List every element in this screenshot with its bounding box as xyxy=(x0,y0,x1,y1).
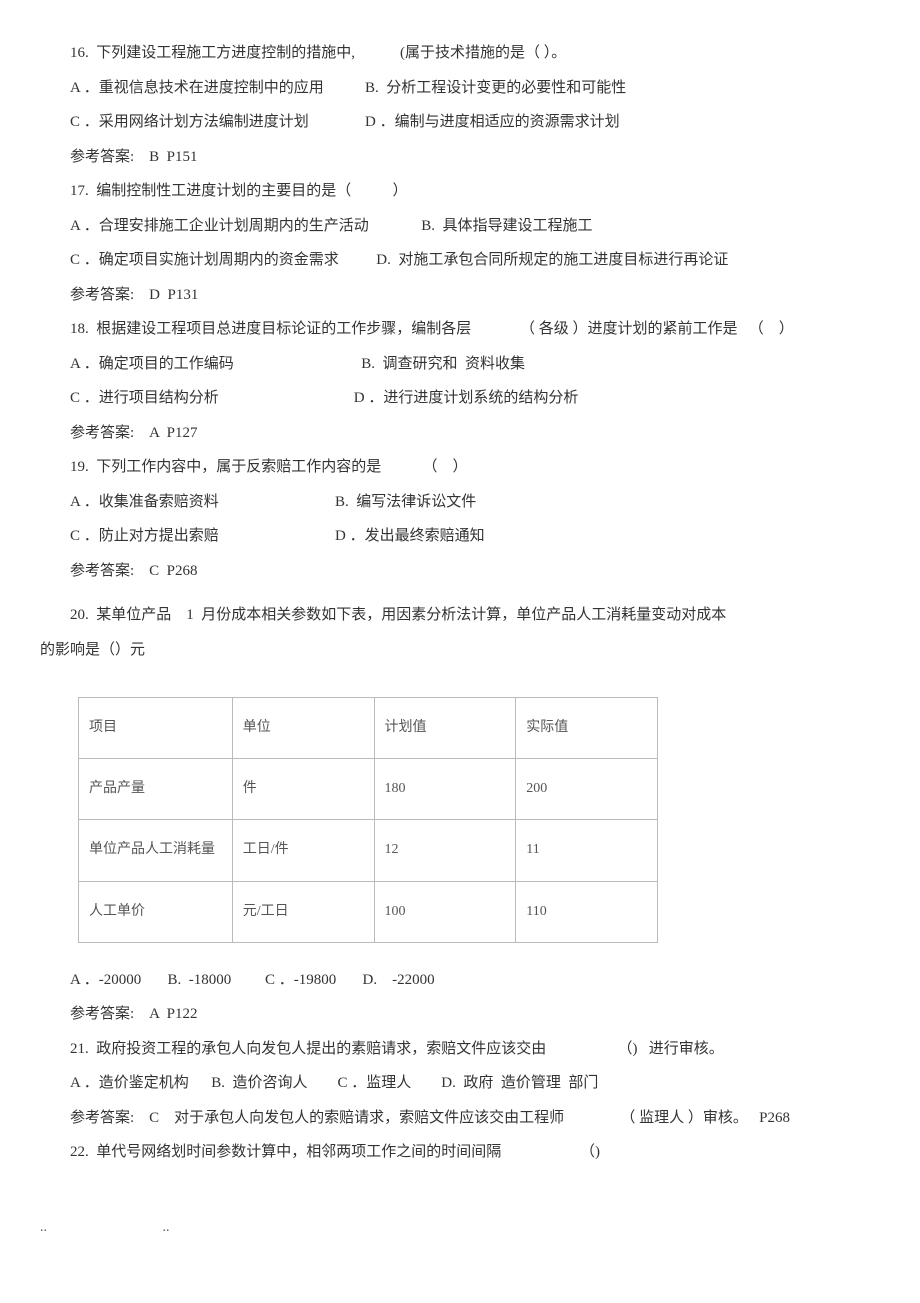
q20-ans: 参考答案: A P122 xyxy=(70,997,880,1032)
q18-stem: 18. 根据建设工程项目总进度目标论证的工作步骤，编制各层 （ 各级 ）进度计划… xyxy=(70,312,880,347)
cell: 实际值 xyxy=(516,698,658,759)
q19-stem: 19. 下列工作内容中，属于反索赔工作内容的是 （ ） xyxy=(70,450,880,485)
q16-ans: 参考答案: B P151 xyxy=(70,140,880,175)
cell: 人工单价 xyxy=(79,881,233,942)
q17-ans: 参考答案: D P131 xyxy=(70,278,880,313)
q20-stem2: 的影响是（）元 xyxy=(40,633,880,668)
cell: 单位 xyxy=(232,698,374,759)
cell: 100 xyxy=(374,881,516,942)
cell: 工日/件 xyxy=(232,820,374,881)
cell: 项目 xyxy=(79,698,233,759)
cell: 12 xyxy=(374,820,516,881)
cell: 200 xyxy=(516,759,658,820)
q17-row1: A ．合理安排施工企业计划周期内的生产活动 B. 具体指导建设工程施工 xyxy=(70,209,880,244)
q20-opts: A ．-20000 B. -18000 C ．-19800 D. -22000 xyxy=(70,963,880,998)
cell: 单位产品人工消耗量 xyxy=(79,820,233,881)
q18-row1: A ．确定项目的工作编码 B. 调查研究和 资料收集 xyxy=(70,347,880,382)
cell: 产品产量 xyxy=(79,759,233,820)
q17-row2: C ．确定项目实施计划周期内的资金需求 D. 对施工承包合同所规定的施工进度目标… xyxy=(70,243,880,278)
table-row: 人工单价 元/工日 100 110 xyxy=(79,881,658,942)
cell: 元/工日 xyxy=(232,881,374,942)
table-row: 产品产量 件 180 200 xyxy=(79,759,658,820)
table-row: 单位产品人工消耗量 工日/件 12 11 xyxy=(79,820,658,881)
q21-row1: A ．造价鉴定机构 B. 造价咨询人 C ．监理人 D. 政府 造价管理 部门 xyxy=(70,1066,880,1101)
q18-ans: 参考答案: A P127 xyxy=(70,416,880,451)
cell: 计划值 xyxy=(374,698,516,759)
q21-ans: 参考答案: C 对于承包人向发包人的索赔请求，索赔文件应该交由工程师 （ 监理人… xyxy=(70,1101,880,1136)
q20-stem1: 20. 某单位产品 1 月份成本相关参数如下表，用因素分析法计算，单位产品人工消… xyxy=(70,598,880,633)
table-row: 项目 单位 计划值 实际值 xyxy=(79,698,658,759)
q21-stem: 21. 政府投资工程的承包人向发包人提出的素赔请求，索赔文件应该交由 （) 进行… xyxy=(70,1032,880,1067)
q16-row2: C ．采用网络计划方法编制进度计划 D ．编制与进度相适应的资源需求计划 xyxy=(70,105,880,140)
q18-row2: C ．进行项目结构分析 D ．进行进度计划系统的结构分析 xyxy=(70,381,880,416)
cell: 180 xyxy=(374,759,516,820)
q19-row1: A ．收集准备索赔资料 B. 编写法律诉讼文件 xyxy=(70,485,880,520)
q19-row2: C ．防止对方提出索赔 D ．发出最终索赔通知 xyxy=(70,519,880,554)
q16-row1: A ．重视信息技术在进度控制中的应用 B. 分析工程设计变更的必要性和可能性 xyxy=(70,71,880,106)
q19-ans: 参考答案: C P268 xyxy=(70,554,880,589)
cell: 110 xyxy=(516,881,658,942)
cell: 件 xyxy=(232,759,374,820)
cell: 11 xyxy=(516,820,658,881)
q20-table: 项目 单位 计划值 实际值 产品产量 件 180 200 单位产品人工消耗量 工… xyxy=(78,697,658,943)
q16-stem: 16. 下列建设工程施工方进度控制的措施中, (属于技术措施的是（ ）。 xyxy=(70,36,880,71)
q22-stem: 22. 单代号网络划时间参数计算中，相邻两项工作之间的时间间隔 （) xyxy=(70,1135,880,1170)
q17-stem: 17. 编制控制性工进度计划的主要目的是（ ） xyxy=(70,174,880,209)
page-footer: .. .. xyxy=(0,1190,920,1236)
